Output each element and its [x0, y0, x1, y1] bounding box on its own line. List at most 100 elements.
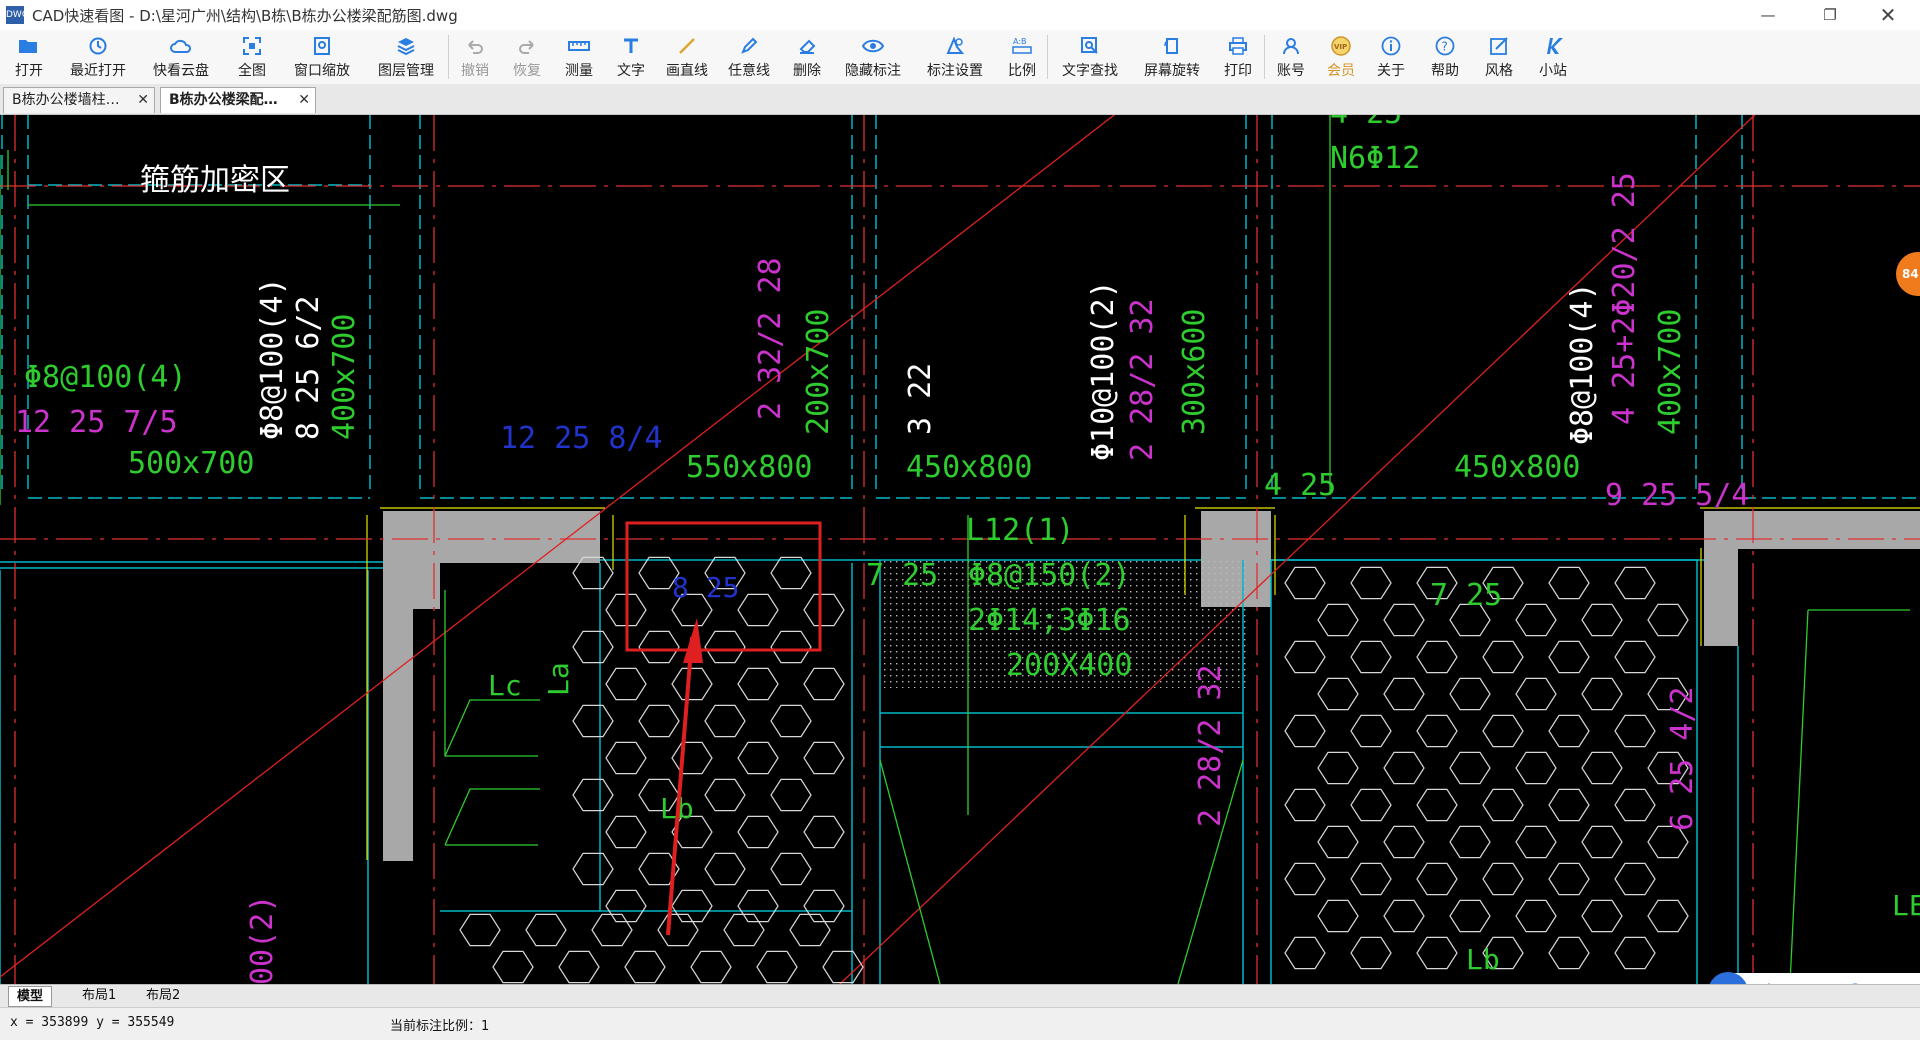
hatch-hexagon — [638, 630, 680, 664]
hatch-hexagon — [1548, 640, 1590, 674]
text-section-size: 200x700 — [801, 309, 836, 435]
draw-line-label: 画直线 — [666, 63, 708, 79]
hatch-hexagon — [572, 778, 614, 812]
hatch-hexagon — [624, 950, 666, 984]
hide-annotation-label: 隐藏标注 — [845, 63, 901, 79]
cad-drawing: 箍筋加密区 Φ8@100(4) 12 25 7/5 500x700 Φ8@100… — [0, 115, 1920, 984]
rotate-icon — [1160, 35, 1184, 57]
hatch-hexagon — [459, 913, 501, 947]
minimize-icon[interactable]: — — [1745, 0, 1791, 30]
tab-beam-reinforcement[interactable]: B栋办公楼梁配… ✕ — [160, 87, 316, 113]
scale-button[interactable]: A:B 比例 — [997, 30, 1047, 84]
redo-button[interactable]: 恢复 — [501, 30, 553, 84]
hatch-hexagon — [1284, 640, 1326, 674]
svg-text:A:B: A:B — [1013, 37, 1027, 46]
text-rebar-count: 2 28/2 32 — [1193, 664, 1228, 827]
hatch-hexagon — [1614, 566, 1656, 600]
text-search-button[interactable]: 文字查找 — [1048, 30, 1132, 84]
text-section-size: 450x800 — [906, 450, 1032, 485]
undo-button[interactable]: 撤销 — [449, 30, 501, 84]
tab-wall-column[interactable]: B栋办公楼墙柱… ✕ — [3, 87, 155, 113]
freehand-label: 任意线 — [728, 63, 770, 79]
restore-icon[interactable]: ❐ — [1807, 0, 1853, 30]
eraser-icon — [795, 35, 819, 57]
hatch-hexagon — [803, 889, 845, 923]
fit-all-button[interactable]: 全图 — [224, 30, 280, 84]
freehand-button[interactable]: 任意线 — [717, 30, 781, 84]
hatch-hexagon — [1350, 640, 1392, 674]
annotation-settings-button[interactable]: 标注设置 — [913, 30, 997, 84]
text-section-size: 450x800 — [1454, 450, 1580, 485]
text-rebar-spec: 2Φ14;3Φ16 — [968, 603, 1131, 638]
hatch-hexagon — [572, 704, 614, 738]
help-button[interactable]: ? 帮助 — [1417, 30, 1473, 84]
delete-button[interactable]: 删除 — [781, 30, 833, 84]
hatch-hexagon — [756, 950, 798, 984]
scale-icon: A:B — [1010, 35, 1034, 57]
hatch-hexagon — [525, 913, 567, 947]
site-button[interactable]: 小站 — [1525, 30, 1581, 84]
structure-line — [880, 712, 1243, 748]
measure-label: 测量 — [565, 63, 593, 79]
hatch-hexagon — [1482, 862, 1524, 896]
tab-model[interactable]: 模型 — [8, 986, 53, 1007]
hatch-hexagon — [1284, 714, 1326, 748]
hatch-hexagon — [1284, 862, 1326, 896]
hatch-hexagon — [803, 741, 845, 775]
text-stirrup-spec: Φ8@100(4) — [1565, 282, 1600, 445]
cloud-button[interactable]: 快看云盘 — [138, 30, 224, 84]
text-search-icon — [1078, 35, 1102, 57]
close-tab-icon[interactable]: ✕ — [298, 88, 310, 113]
hatch-hexagon — [1548, 566, 1590, 600]
structure-line — [0, 570, 369, 984]
hatch-hexagon — [1614, 714, 1656, 748]
text-stirrup-spec: 00(2) — [245, 895, 280, 984]
tab-layout-1[interactable]: 布局1 — [74, 986, 124, 1005]
vip-icon: VIP — [1329, 35, 1353, 57]
svg-text:?: ? — [1442, 40, 1448, 54]
recent-button[interactable]: 最近打开 — [58, 30, 138, 84]
text-rebar-count: 4 25+2Φ20/2 25 — [1607, 172, 1642, 425]
hatch-hexagon — [1482, 788, 1524, 822]
hatch-hexagon — [1383, 677, 1425, 711]
text-button[interactable]: 文字 — [605, 30, 657, 84]
account-button[interactable]: 账号 — [1265, 30, 1317, 84]
title-bar: DWG CAD快速看图 - D:\星河广州\结构\B栋\B栋办公楼梁配筋图.dw… — [0, 0, 1920, 30]
layers-button[interactable]: 图层管理 — [364, 30, 448, 84]
close-tab-icon[interactable]: ✕ — [137, 88, 149, 113]
draw-line-button[interactable]: 画直线 — [657, 30, 717, 84]
hatch-hexagon — [605, 667, 647, 701]
hatch-hexagon — [770, 556, 812, 590]
hatch-hexagon — [770, 704, 812, 738]
open-button[interactable]: 打开 — [0, 30, 58, 84]
rebar-line — [879, 759, 1244, 984]
hatch-hexagon — [1317, 677, 1359, 711]
column-shape — [1704, 511, 1920, 646]
hatch-hexagon — [1416, 788, 1458, 822]
style-button[interactable]: 风格 — [1473, 30, 1525, 84]
tab-layout-2[interactable]: 布局2 — [138, 986, 188, 1005]
hatch-hexagon — [1350, 936, 1392, 970]
rotate-screen-button[interactable]: 屏幕旋转 — [1132, 30, 1212, 84]
style-label: 风格 — [1485, 63, 1513, 79]
text-section-size: 550x800 — [686, 450, 812, 485]
hatch-hexagon — [572, 630, 614, 664]
ruler-icon — [567, 35, 591, 57]
ime-toolbar[interactable]: du 中 °, ▭ ☺ ▦ — [1708, 972, 1920, 984]
about-button[interactable]: 关于 — [1365, 30, 1417, 84]
hatch-hexagon — [737, 815, 779, 849]
close-icon[interactable]: ✕ — [1865, 0, 1911, 30]
highlight-arrow — [666, 618, 703, 936]
text-rebar-count: 7 25 — [1430, 578, 1502, 613]
layers-icon — [394, 35, 418, 57]
zoom-window-button[interactable]: 窗口缩放 — [280, 30, 364, 84]
redo-icon — [515, 35, 539, 57]
measure-button[interactable]: 测量 — [553, 30, 605, 84]
hatch-hexagon — [671, 741, 713, 775]
vip-button[interactable]: VIP 会员 — [1317, 30, 1365, 84]
drawing-canvas[interactable]: 箍筋加密区 Φ8@100(4) 12 25 7/5 500x700 Φ8@100… — [0, 115, 1920, 984]
hide-annotation-button[interactable]: 隐藏标注 — [833, 30, 913, 84]
user-icon — [1279, 35, 1303, 57]
print-button[interactable]: 打印 — [1212, 30, 1264, 84]
text-icon — [619, 35, 643, 57]
